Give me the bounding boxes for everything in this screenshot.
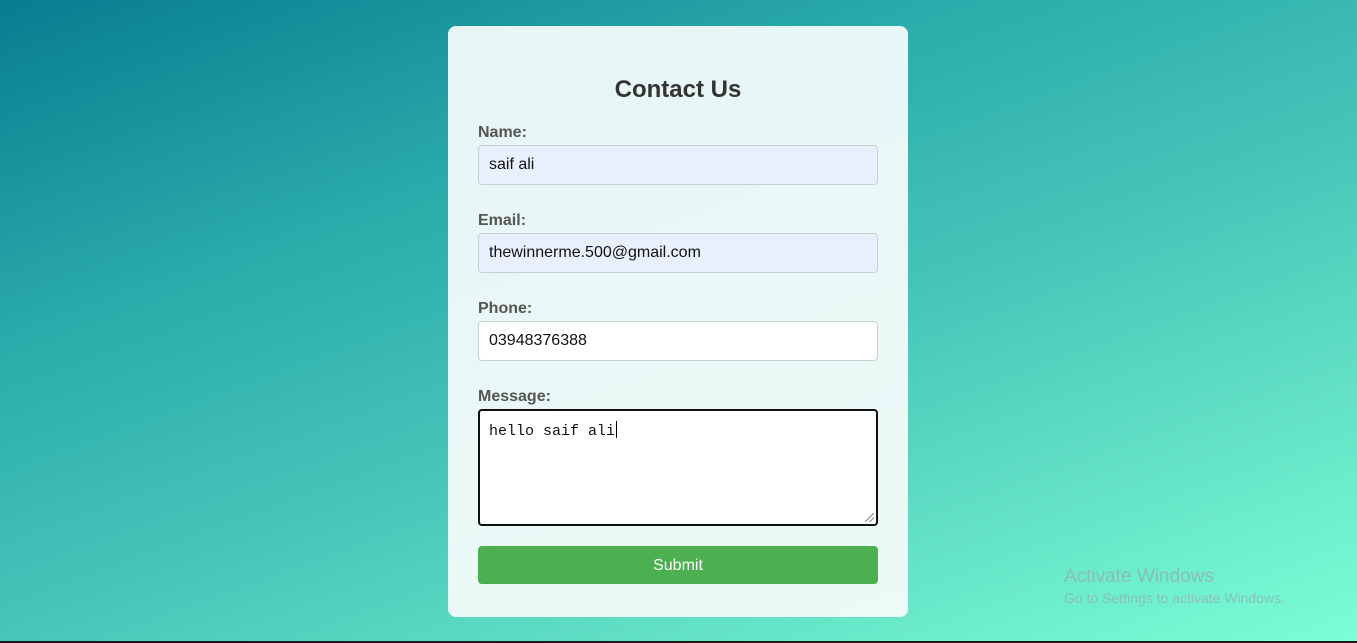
email-input[interactable]: thewinnerme.500@gmail.com [478,233,878,273]
resize-handle-icon[interactable] [865,513,874,522]
name-label: Name: [478,124,527,141]
message-label: Message: [478,388,551,405]
watermark-title: Activate Windows [1064,566,1214,587]
message-textarea[interactable]: hello saif ali [478,409,878,526]
phone-label: Phone: [478,300,533,317]
phone-input[interactable]: 03948376388 [478,321,878,361]
text-caret [616,421,618,438]
contact-form-card: Contact Us Name: saif ali Email: thewinn… [448,26,908,617]
watermark-subtitle: Go to Settings to activate Windows. [1064,590,1285,606]
name-input[interactable]: saif ali [478,145,878,185]
submit-button[interactable]: Submit [478,546,878,584]
activate-windows-watermark: Activate Windows Go to Settings to activ… [1064,565,1285,607]
message-text: hello saif ali [489,423,616,440]
form-title: Contact Us [614,76,742,103]
email-label: Email: [478,212,527,229]
